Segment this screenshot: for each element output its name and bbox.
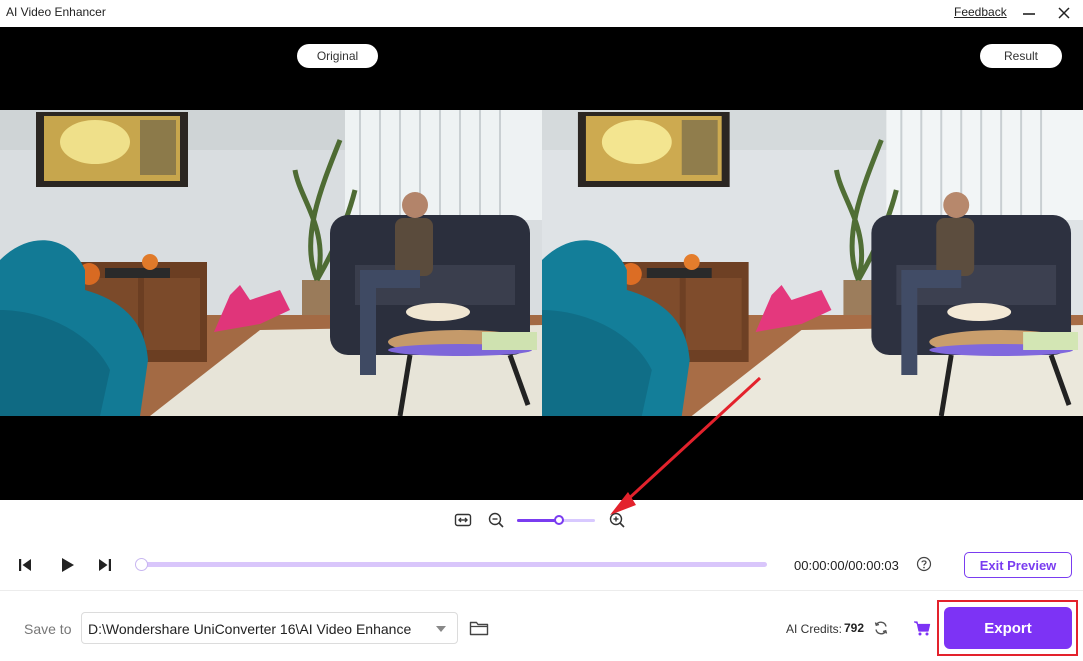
save-path-value: D:\Wondershare UniConverter 16\AI Video … (88, 621, 412, 637)
timecode: 00:00:00/00:00:03 (794, 558, 899, 573)
fit-width-icon[interactable] (454, 511, 472, 529)
close-icon (1058, 7, 1070, 19)
help-icon[interactable] (916, 556, 932, 572)
zoom-slider-fill (517, 519, 560, 522)
ai-credits-value: 792 (844, 621, 865, 635)
folder-icon[interactable] (469, 619, 489, 637)
play-icon[interactable] (58, 556, 76, 574)
next-frame-icon[interactable] (96, 556, 114, 574)
video-preview: Original Result (0, 27, 1083, 500)
feedback-link[interactable]: Feedback (954, 5, 1007, 19)
refresh-icon[interactable] (873, 620, 889, 636)
zoom-slider-handle[interactable] (554, 515, 565, 525)
footer-divider (0, 590, 1083, 591)
original-label: Original (297, 44, 378, 68)
export-button[interactable]: Export (944, 607, 1072, 649)
minimize-icon (1023, 13, 1035, 15)
minimize-button[interactable] (1017, 2, 1041, 24)
cart-icon[interactable] (913, 620, 931, 637)
zoom-slider[interactable] (517, 515, 595, 525)
timeline-handle[interactable] (135, 558, 148, 571)
close-button[interactable] (1052, 2, 1076, 24)
zoom-out-icon[interactable] (487, 511, 505, 529)
playback-timeline[interactable] (135, 558, 767, 571)
ai-credits-label: AI Credits: (786, 622, 843, 636)
previous-frame-icon[interactable] (16, 556, 34, 574)
title-bar: AI Video Enhancer Feedback (0, 0, 1083, 26)
result-label: Result (980, 44, 1062, 68)
exit-preview-button[interactable]: Exit Preview (964, 552, 1072, 578)
save-path-dropdown[interactable]: D:\Wondershare UniConverter 16\AI Video … (81, 612, 458, 644)
save-to-label: Save to (24, 621, 72, 637)
result-video-frame (542, 110, 1083, 416)
chevron-down-icon (436, 626, 446, 632)
zoom-in-icon[interactable] (608, 511, 626, 529)
living-room-scene (542, 110, 1083, 416)
app-title: AI Video Enhancer (6, 5, 106, 19)
living-room-scene (0, 110, 542, 416)
original-video-frame (0, 110, 542, 416)
